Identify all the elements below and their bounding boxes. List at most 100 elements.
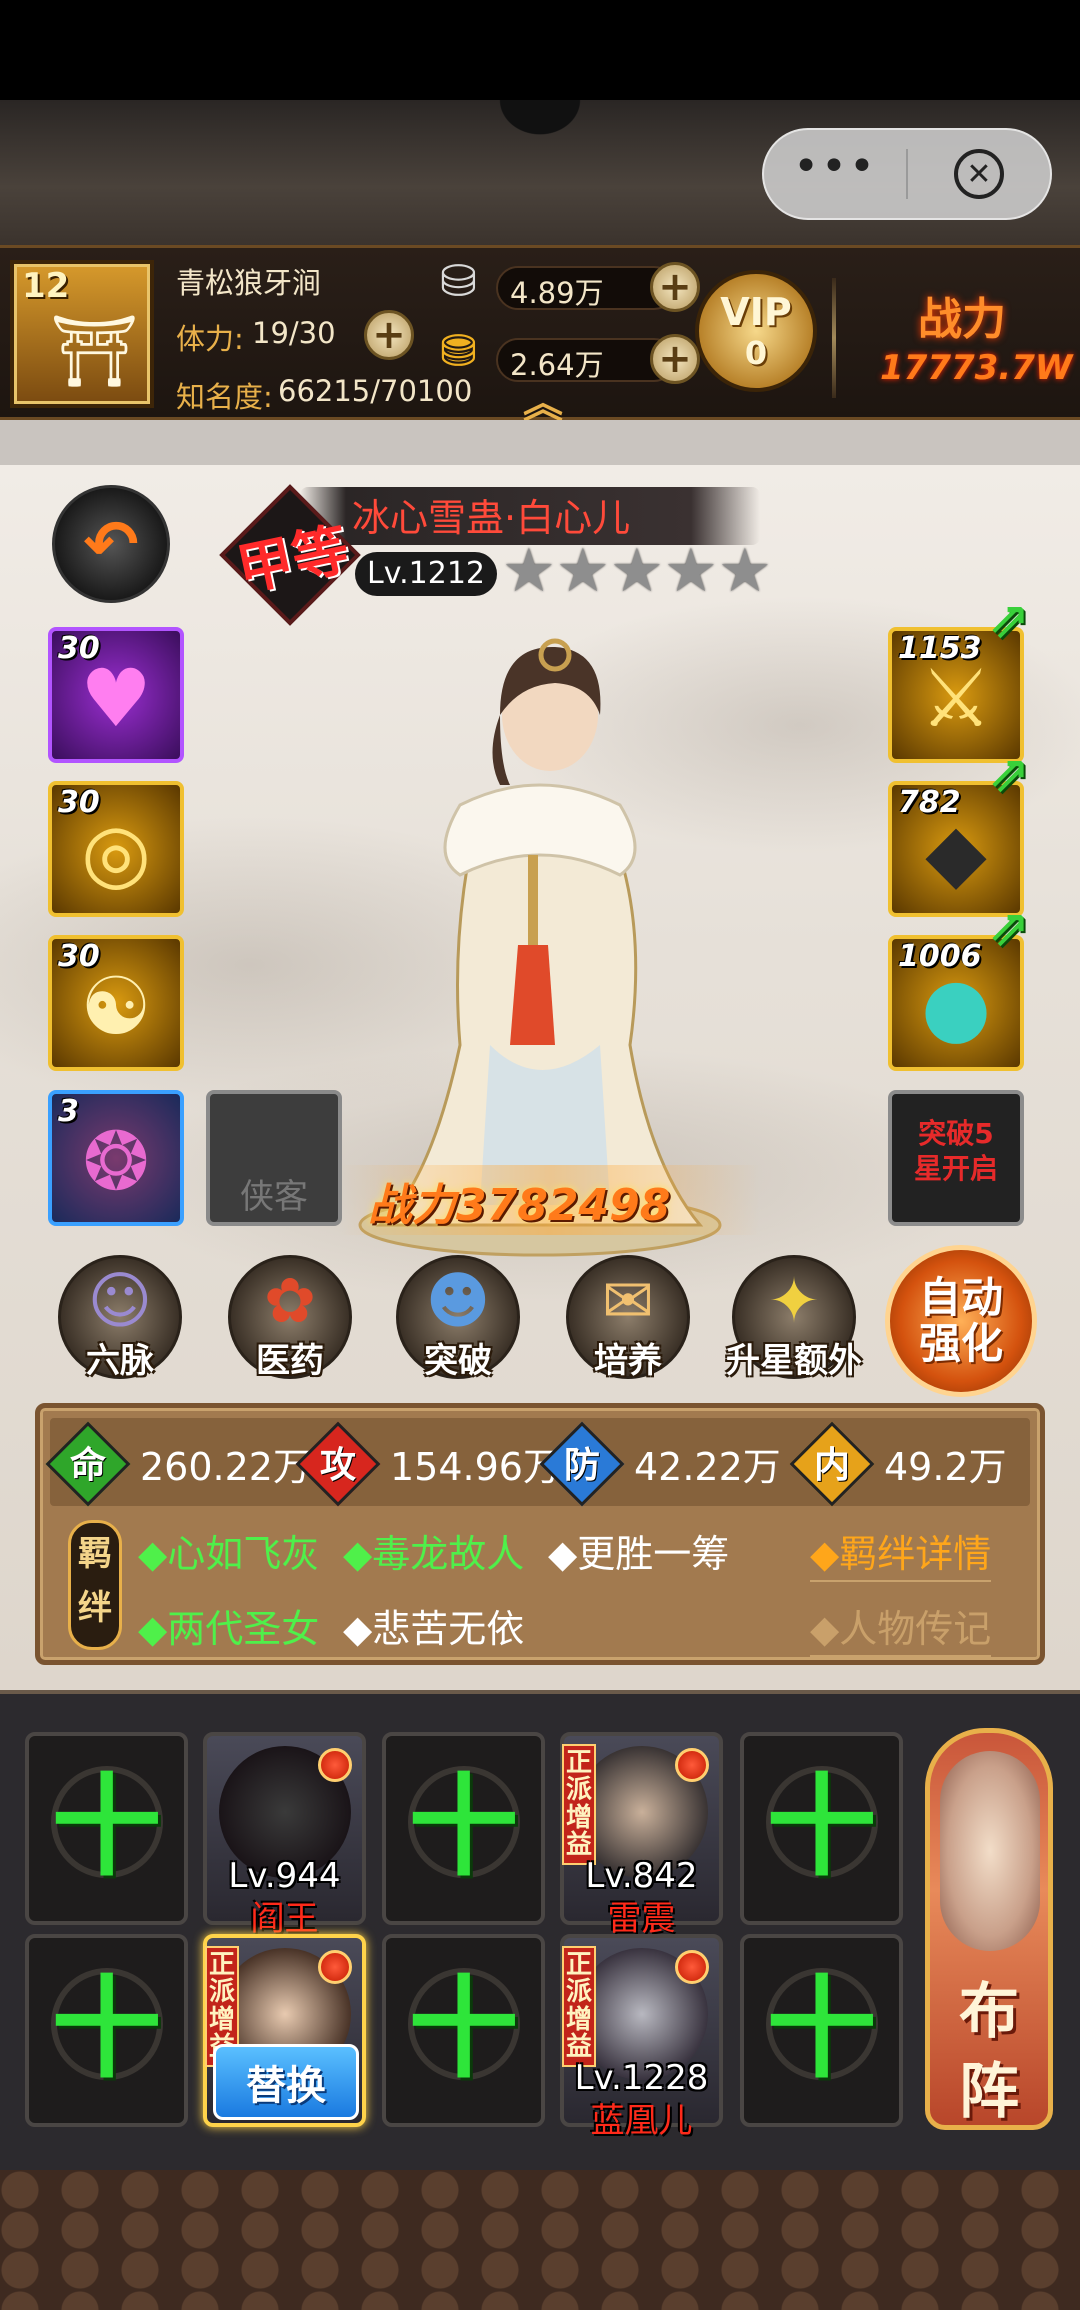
skill-level: 30 <box>58 785 100 820</box>
back-button[interactable]: ↶ <box>52 485 170 603</box>
formation-slot-empty[interactable]: 十 <box>740 1934 903 2127</box>
upgrade-available-icon[interactable]: ⇗ <box>988 595 1030 645</box>
bottom-decoration <box>0 2170 1080 2310</box>
fame-label: 知名度: <box>176 380 273 414</box>
hero-rank: 甲等 <box>231 516 355 604</box>
stats-panel: 命 260.22万 攻 154.96万 防 42.22万 内 49.2万 羁绊 … <box>35 1403 1045 1665</box>
star-icon: ★ <box>556 536 610 606</box>
star-icon: ★ <box>718 536 772 606</box>
auto-enhance-button[interactable]: 自动 强化 <box>885 1245 1037 1397</box>
add-hero-icon: 十 <box>766 1965 877 2093</box>
notification-dot <box>318 1748 352 1782</box>
silver-value: 4.89万 <box>510 276 604 310</box>
bond-item: ◆两代圣女 <box>138 1607 320 1651</box>
stats-row: 命 260.22万 攻 154.96万 防 42.22万 内 49.2万 <box>45 1418 1030 1507</box>
skill-level: 30 <box>58 631 100 666</box>
defense-icon-text: 防 <box>563 1445 600 1486</box>
locked-slot-label: 突破5 星开启 <box>913 1117 998 1185</box>
meridian-label: 六脉 <box>86 1341 154 1381</box>
star-icon: ★ <box>502 536 556 606</box>
breakthrough-button[interactable]: ☻ 突破 <box>396 1255 520 1381</box>
gift-box-icon: ✦ <box>768 1264 820 1337</box>
hero-detail-panel: ↶ 甲等 冰心雪蛊·白心儿 Lv.1212 ★ ★ ★ ★ ★ ♥ 30 ◎ 3… <box>0 465 1080 1690</box>
heart-gem-icon: ♥ <box>80 652 152 745</box>
add-hero-icon: 十 <box>408 1763 519 1891</box>
formation-slot-hero[interactable]: 正派增益 Lv.1228 蓝凰儿 <box>560 1934 723 2141</box>
upgrade-available-icon[interactable]: ⇗ <box>988 903 1030 953</box>
formation-slot-hero[interactable]: 正派增益 Lv.842 雷震 <box>560 1732 723 1939</box>
formation-slot-hero[interactable]: Lv.944 阎王 <box>203 1732 366 1939</box>
scholar-icon: ☻ <box>425 1264 491 1337</box>
total-power-label: 战力 <box>918 294 1006 345</box>
formation-panel: 十 Lv.944 阎王 十 正派增益 Lv.842 雷震 十 十 正派增益 替换… <box>0 1690 1080 2170</box>
medicine-button[interactable]: ✿ 医药 <box>228 1255 352 1381</box>
roof-ornament <box>470 100 610 160</box>
stamina-value: 19/30 <box>252 316 336 350</box>
faction-buff-tag: 正派增益 <box>562 1744 596 1866</box>
hero-level: Lv.842 <box>585 1856 698 1896</box>
formation-slot-empty[interactable]: 十 <box>382 1934 545 2127</box>
player-level-box[interactable]: 12 ⛩ <box>10 260 154 408</box>
defense-value: 42.22万 <box>634 1445 781 1489</box>
skill-slot-1[interactable]: ♥ 30 <box>48 627 184 763</box>
back-arrow-icon: ↶ <box>83 505 139 583</box>
close-mini-program-button[interactable]: ✕ <box>908 149 1050 199</box>
herb-icon: ✿ <box>264 1264 316 1337</box>
hero-level: Lv.944 <box>228 1856 341 1896</box>
add-gold-button[interactable]: + <box>650 334 700 384</box>
equipment-level: 1006 <box>898 939 982 974</box>
upgrade-available-icon[interactable]: ⇗ <box>988 749 1030 799</box>
mini-program-capsule: ••• ✕ <box>762 128 1052 220</box>
inner-power-icon-text: 内 <box>813 1445 850 1486</box>
more-options-button[interactable]: ••• <box>764 145 906 189</box>
deploy-formation-button[interactable]: 布 阵 <box>925 1728 1053 2130</box>
scroll-icon: ✉ <box>602 1264 654 1337</box>
add-stamina-button[interactable]: + <box>364 310 414 360</box>
skill-slot-2[interactable]: ◎ 30 <box>48 781 184 917</box>
inner-power-value: 49.2万 <box>884 1445 1007 1489</box>
skill-slot-3[interactable]: ☯ 30 <box>48 935 184 1071</box>
bond-badge: 羁绊 <box>68 1520 122 1650</box>
bond-details-link[interactable]: ◆羁绊详情 <box>810 1523 992 1582</box>
faction-buff-tag: 正派增益 <box>562 1946 596 2068</box>
bond-item: ◆心如飞灰 <box>138 1532 320 1576</box>
purple-seal-icon: ❂ <box>82 1115 150 1208</box>
meridian-button[interactable]: ☺ 六脉 <box>58 1255 182 1381</box>
fame-value: 66215/70100 <box>278 374 473 408</box>
formation-slot-empty[interactable]: 十 <box>382 1732 545 1925</box>
player-status-bar: 12 ⛩ 青松狼牙涧 体力: 19/30 + 知名度: 66215/70100 … <box>0 245 1080 424</box>
chevron-up-icon[interactable]: ︽ <box>523 384 563 424</box>
top-black-bar <box>0 0 1080 100</box>
star-up-extra-button[interactable]: ✦ 升星额外 <box>726 1255 862 1381</box>
locked-slot[interactable]: 突破5 星开启 <box>888 1090 1024 1226</box>
formation-slot-current-hero[interactable]: 正派增益 替换 <box>203 1934 366 2127</box>
notification-dot <box>318 1950 352 1984</box>
companion-slot-empty[interactable]: 侠客 <box>206 1090 342 1226</box>
pagoda-icon: ⛩ <box>50 310 139 392</box>
formation-slot-empty[interactable]: 十 <box>740 1732 903 1925</box>
jewel-accessory-icon: ● <box>921 960 991 1053</box>
deploy-art <box>940 1751 1040 1951</box>
add-hero-icon: 十 <box>51 1965 162 2093</box>
silver-ingot-icon: ⛁ <box>440 256 477 307</box>
formation-slot-empty[interactable]: 十 <box>25 1732 188 1925</box>
add-silver-button[interactable]: + <box>650 262 700 312</box>
vip-badge[interactable]: VIP 0 <box>695 270 817 392</box>
biography-link[interactable]: ◆人物传记 <box>810 1598 992 1657</box>
skill-level: 3 <box>58 1094 79 1129</box>
meridian-icon: ☺ <box>87 1264 153 1337</box>
bond-item: ◆毒龙故人 <box>343 1532 525 1576</box>
cultivate-button[interactable]: ✉ 培养 <box>566 1255 690 1381</box>
hero-level: Lv.1228 <box>574 2058 709 2098</box>
medicine-label: 医药 <box>256 1341 324 1381</box>
cultivate-label: 培养 <box>594 1341 662 1381</box>
skill-slot-4[interactable]: ❂ 3 <box>48 1090 184 1226</box>
total-power-value: 17773.7W <box>880 348 1073 388</box>
deploy-label-1: 布 <box>959 1977 1019 2047</box>
deploy-label-2: 阵 <box>959 2057 1019 2127</box>
golden-weapon-icon: ⚔ <box>920 652 992 745</box>
formation-slot-empty[interactable]: 十 <box>25 1934 188 2127</box>
replace-button[interactable]: 替换 <box>213 2044 359 2120</box>
hp-icon-text: 命 <box>69 1445 106 1486</box>
auto-enhance-line2: 强化 <box>918 1319 1003 1368</box>
